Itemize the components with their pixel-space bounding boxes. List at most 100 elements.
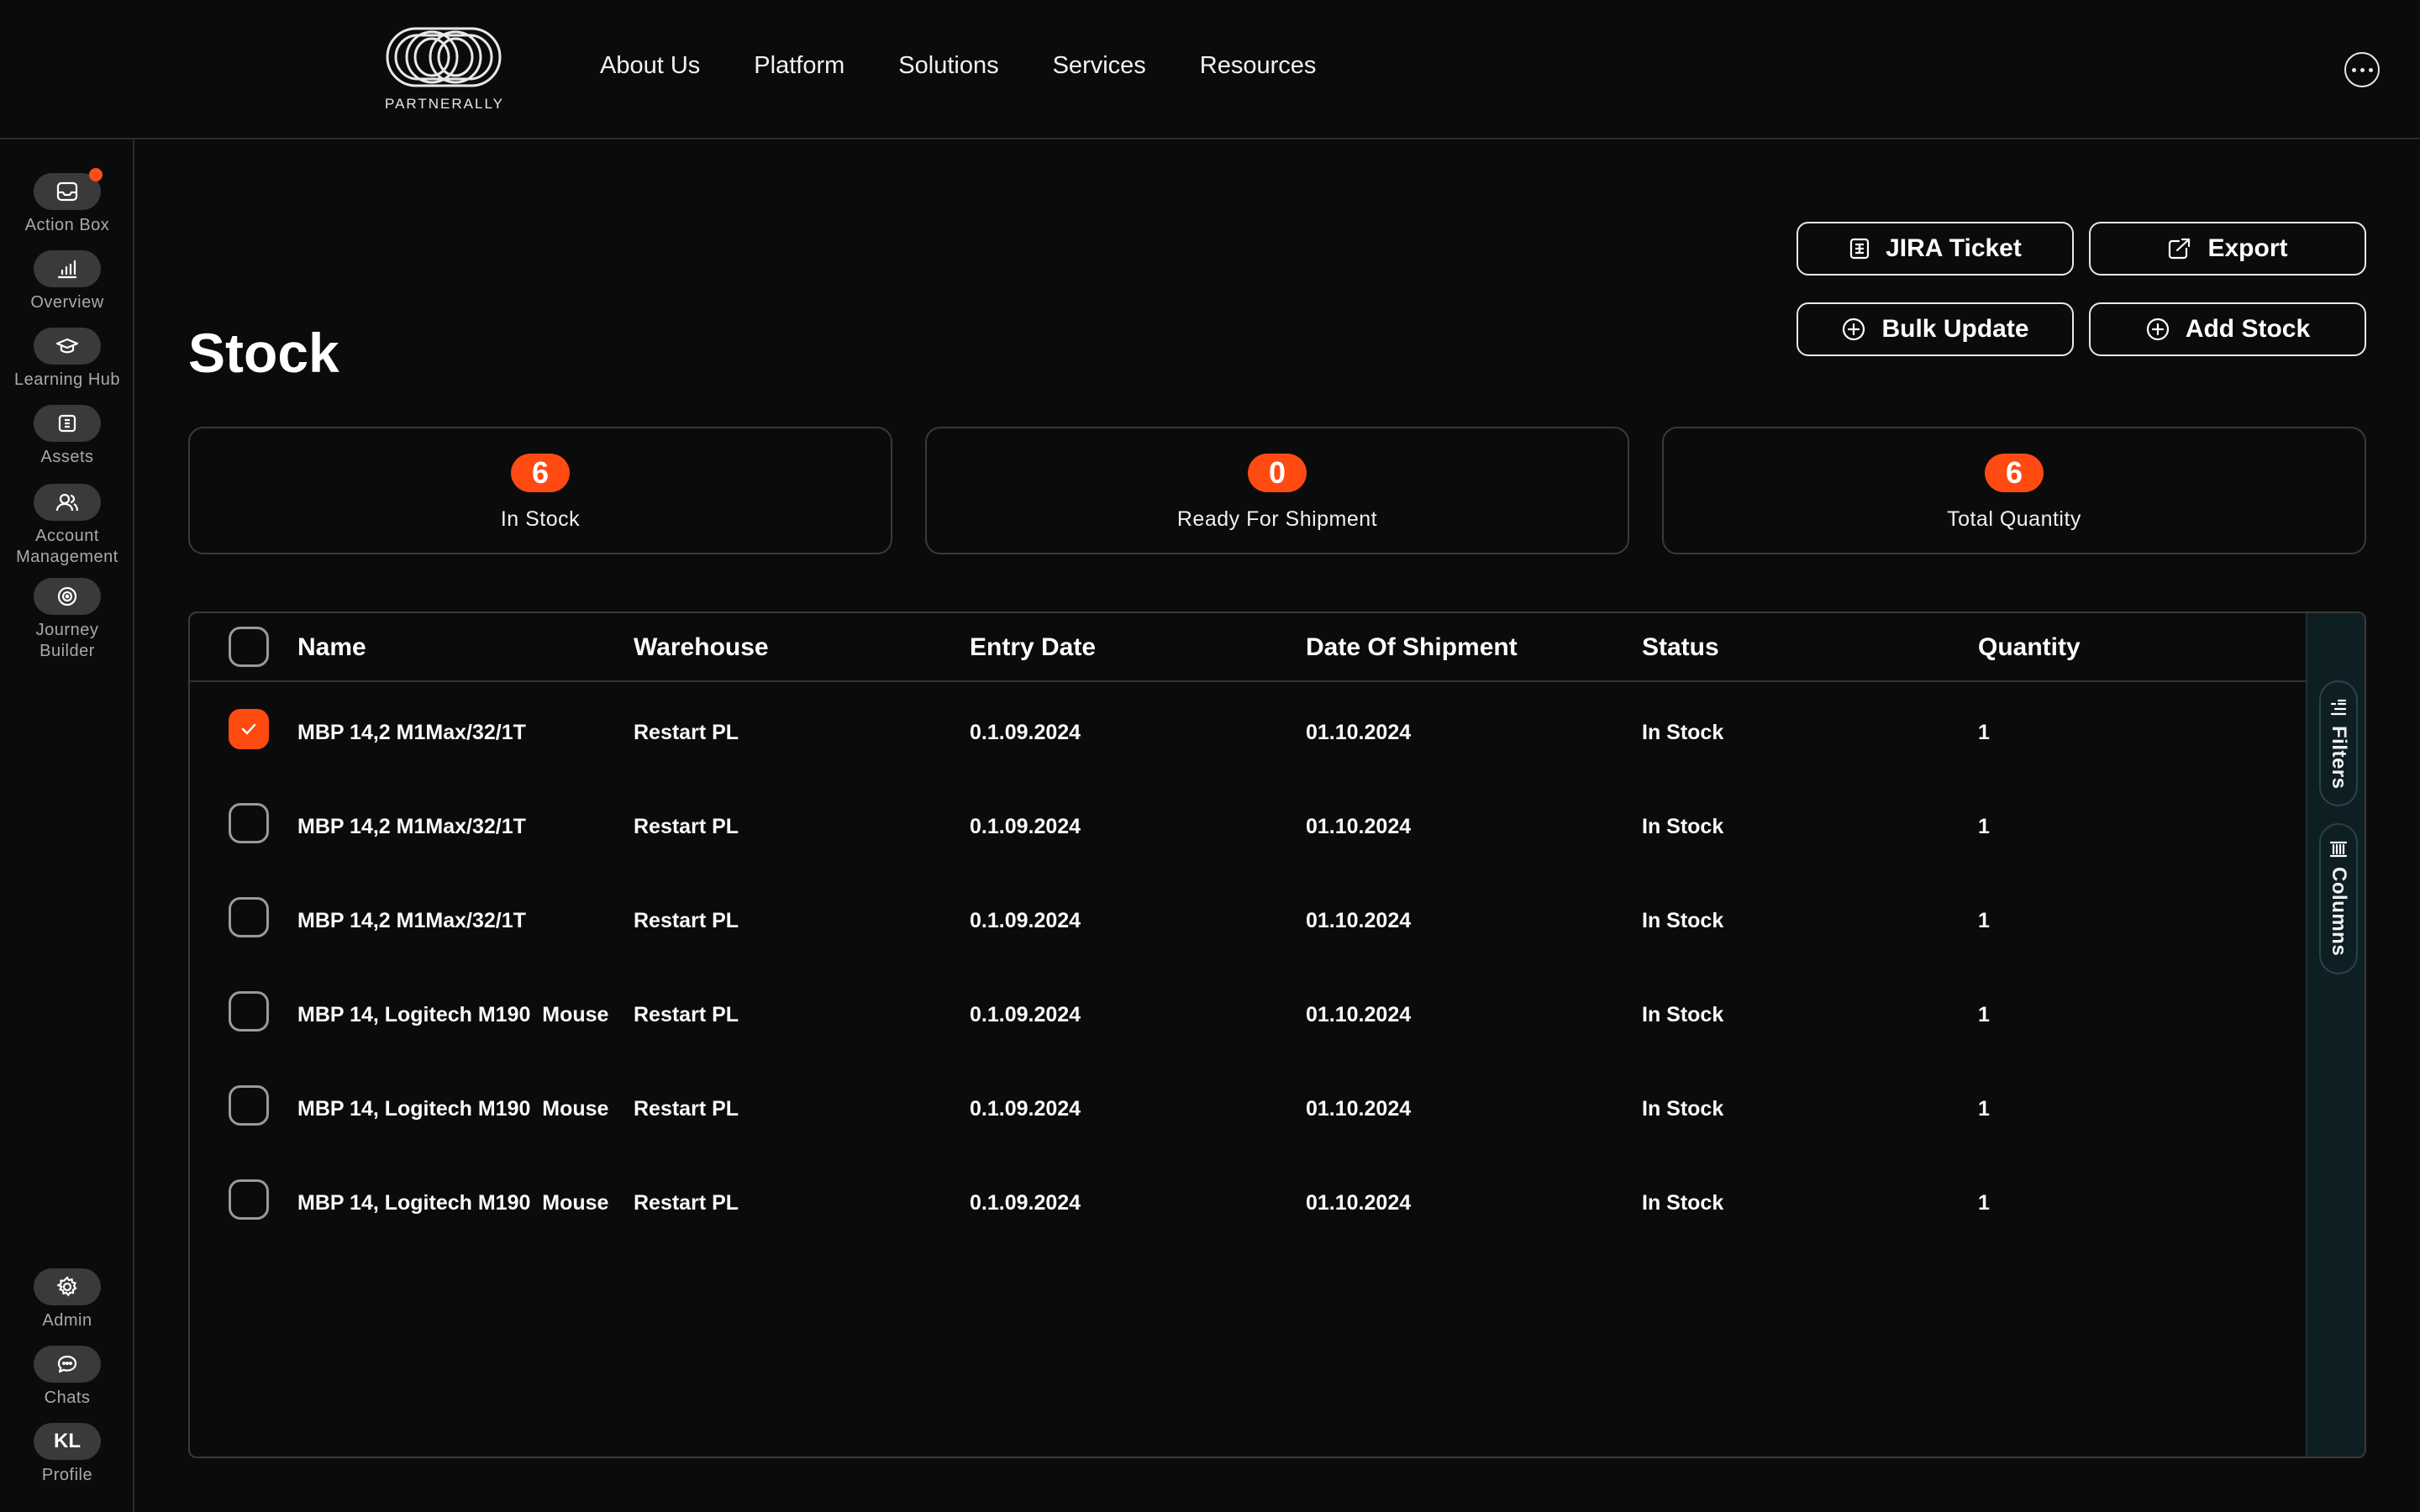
stat-count-badge: 6 [1985, 454, 2044, 492]
logo-rings-icon [386, 27, 502, 87]
cell-warehouse: Restart PL [634, 909, 739, 932]
cell-name: MBP 14,2 M1Max/32/1T [297, 815, 526, 838]
bar-chart-icon [57, 260, 77, 279]
avatar-initials: KL [54, 1430, 81, 1452]
row-checkbox[interactable] [229, 1179, 269, 1220]
select-all-checkbox[interactable] [229, 627, 269, 667]
sidebar-item-label: Admin [42, 1311, 92, 1330]
table-row[interactable]: MBP 14, Logitech M190 Mouse Restart PL 0.1… [190, 1060, 2306, 1154]
sidebar-item-admin[interactable]: Admin [0, 1268, 134, 1331]
jira-ticket-label: JIRA Ticket [1886, 234, 2022, 262]
inbox-icon [56, 181, 78, 202]
cell-status: In Stock [1642, 1097, 1724, 1121]
sidebar-item-journey-builder[interactable]: Journey Builder [0, 578, 134, 662]
cell-name: MBP 14,2 M1Max/32/1T [297, 721, 526, 744]
sidebar: Action Box Overview Learning Hub Assets … [0, 139, 134, 1512]
columns-tab[interactable]: Columns [2319, 823, 2358, 974]
cell-name: MBP 14,2 M1Max/32/1T [297, 909, 526, 932]
cell-status: In Stock [1642, 909, 1724, 932]
cell-entry-date: 0.1.09.2024 [970, 909, 1081, 932]
cell-shipment-date: 01.10.2024 [1306, 1003, 1412, 1026]
sidebar-item-account-management[interactable]: Account Management [0, 484, 134, 568]
table-side-panel: Filters Columns [2306, 613, 2365, 1457]
nav-item-services[interactable]: Services [1053, 52, 1146, 80]
nav-item-solutions[interactable]: Solutions [898, 52, 998, 80]
stat-card-total-quantity: 6 Total Quantity [1662, 427, 2366, 554]
add-stock-button[interactable]: Add Stock [2089, 302, 2366, 356]
sidebar-item-label: Account Management [16, 527, 118, 566]
sidebar-item-label: Learning Hub [13, 370, 121, 389]
page-title: Stock [188, 322, 339, 384]
cell-quantity: 1 [1978, 1003, 1990, 1026]
nav-item-platform[interactable]: Platform [754, 52, 844, 80]
cell-entry-date: 0.1.09.2024 [970, 1003, 1081, 1026]
column-header-status[interactable]: Status [1642, 633, 1719, 662]
partnerally-logo[interactable]: PARTNERALLY [385, 25, 502, 116]
stat-count-badge: 6 [511, 454, 570, 492]
users-icon [55, 493, 79, 512]
row-checkbox[interactable] [229, 709, 269, 749]
columns-icon [2329, 841, 2348, 858]
stat-count-badge: 0 [1248, 454, 1307, 492]
ticket-icon [1850, 238, 1870, 260]
column-header-name[interactable]: Name [297, 633, 366, 662]
row-checkbox[interactable] [229, 991, 269, 1032]
avatar: KL [34, 1423, 101, 1460]
table-row[interactable]: MBP 14,2 M1Max/32/1T Restart PL 0.1.09.202… [190, 684, 2306, 778]
sidebar-item-chats[interactable]: Chats [0, 1346, 134, 1409]
sidebar-item-action-box[interactable]: Action Box [0, 168, 134, 236]
sidebar-item-profile[interactable]: KL Profile [0, 1423, 134, 1486]
bulk-update-button[interactable]: Bulk Update [1797, 302, 2074, 356]
cell-shipment-date: 01.10.2024 [1306, 815, 1412, 838]
cell-quantity: 1 [1978, 815, 1990, 838]
cell-name: MBP 14, Logitech M190 Mouse [297, 1191, 609, 1215]
cell-warehouse: Restart PL [634, 1097, 739, 1121]
stock-table: Name Warehouse Entry Date Date Of Shipme… [188, 612, 2366, 1458]
cell-warehouse: Restart PL [634, 1003, 739, 1026]
notification-dot [89, 168, 103, 181]
more-options-button[interactable] [2344, 52, 2380, 87]
table-row[interactable]: MBP 14,2 M1Max/32/1T Restart PL 0.1.09.202… [190, 778, 2306, 872]
cell-quantity: 1 [1978, 721, 1990, 744]
column-header-quantity[interactable]: Quantity [1978, 633, 2081, 662]
cell-quantity: 1 [1978, 1191, 1990, 1215]
sidebar-item-label: Overview [30, 293, 104, 312]
cell-status: In Stock [1642, 815, 1724, 838]
brand-name: PARTNERALLY [385, 96, 504, 112]
table-row[interactable]: MBP 14, Logitech M190 Mouse Restart PL 0.1… [190, 966, 2306, 1060]
nav-item-about-us[interactable]: About Us [600, 52, 700, 80]
sidebar-item-learning-hub[interactable]: Learning Hub [0, 328, 134, 391]
column-header-warehouse[interactable]: Warehouse [634, 633, 769, 662]
export-label: Export [2207, 234, 2288, 262]
table-body-area: Name Warehouse Entry Date Date Of Shipme… [190, 613, 2306, 1457]
export-button[interactable]: Export [2089, 222, 2366, 276]
add-stock-label: Add Stock [2185, 315, 2311, 343]
top-navigation-bar: PARTNERALLY About Us Platform Solutions … [0, 0, 2420, 139]
filters-tab[interactable]: Filters [2319, 680, 2358, 806]
filter-icon [2330, 699, 2347, 716]
row-checkbox[interactable] [229, 803, 269, 843]
bulk-update-label: Bulk Update [1881, 315, 2029, 343]
row-checkbox[interactable] [229, 897, 269, 937]
table-row[interactable]: MBP 14,2 M1Max/32/1T Restart PL 0.1.09.202… [190, 872, 2306, 966]
nav-item-resources[interactable]: Resources [1200, 52, 1317, 80]
table-row[interactable]: MBP 14, Logitech M190 Mouse Restart PL 0.1… [190, 1154, 2306, 1248]
jira-ticket-button[interactable]: JIRA Ticket [1797, 222, 2074, 276]
cell-shipment-date: 01.10.2024 [1306, 1097, 1412, 1121]
cell-name: MBP 14, Logitech M190 Mouse [297, 1097, 609, 1121]
cell-quantity: 1 [1978, 909, 1990, 932]
cell-entry-date: 0.1.09.2024 [970, 721, 1081, 744]
grid-icon [58, 414, 76, 433]
stat-label: In Stock [500, 507, 581, 531]
sidebar-item-assets[interactable]: Assets [0, 405, 134, 468]
sidebar-item-label: Chats [44, 1389, 91, 1407]
cell-status: In Stock [1642, 1003, 1724, 1026]
column-header-entry-date[interactable]: Entry Date [970, 633, 1096, 662]
cell-entry-date: 0.1.09.2024 [970, 1191, 1081, 1215]
stat-card-in-stock: 6 In Stock [188, 427, 892, 554]
cell-entry-date: 0.1.09.2024 [970, 1097, 1081, 1121]
row-checkbox[interactable] [229, 1085, 269, 1126]
sidebar-item-overview[interactable]: Overview [0, 250, 134, 313]
export-icon [2169, 238, 2191, 260]
column-header-date-of-shipment[interactable]: Date Of Shipment [1306, 633, 1518, 662]
